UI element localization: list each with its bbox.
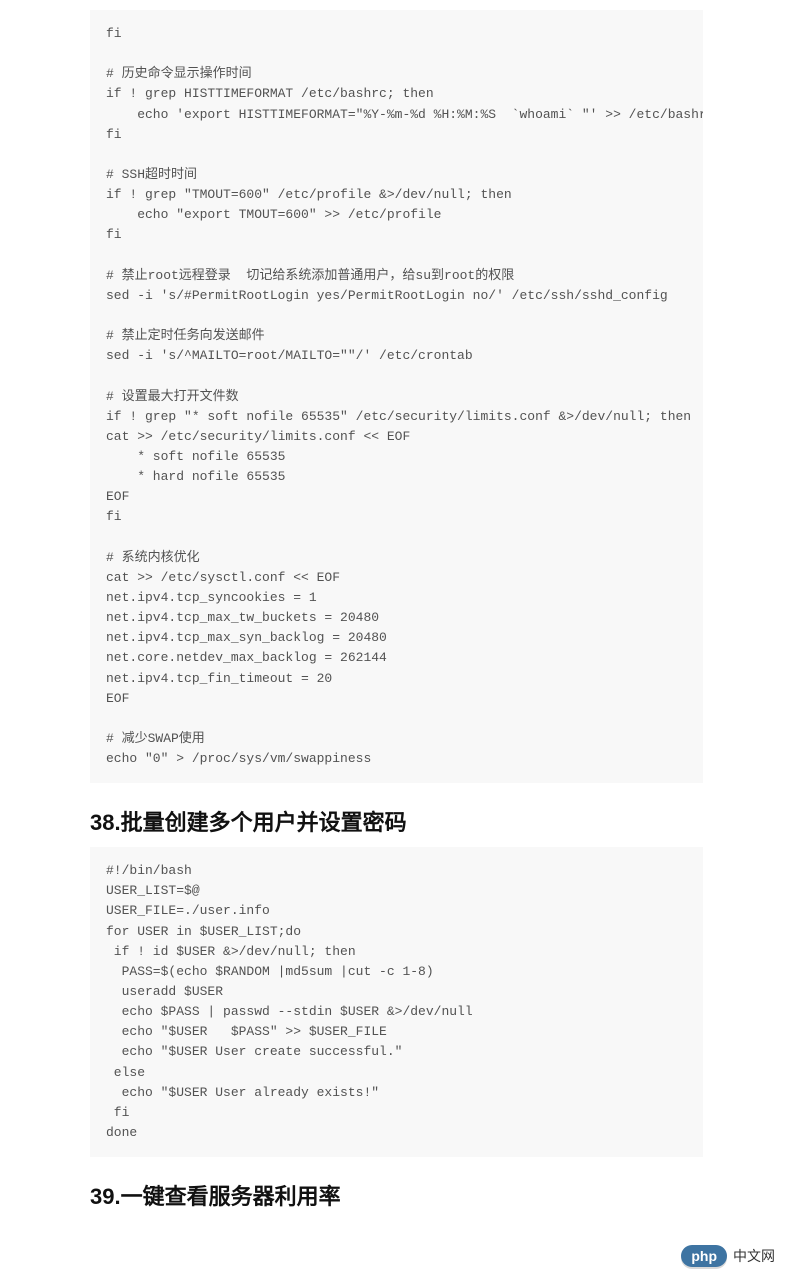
heading-section-38: 38.批量创建多个用户并设置密码 bbox=[90, 805, 703, 837]
page: fi # 历史命令显示操作时间 if ! grep HISTTIMEFORMAT… bbox=[0, 10, 793, 1277]
heading-section-39: 39.一键查看服务器利用率 bbox=[90, 1179, 703, 1211]
footer-label: 中文网 bbox=[733, 1246, 775, 1266]
php-logo-pill: php bbox=[681, 1245, 727, 1267]
code-block-2: #!/bin/bash USER_LIST=$@ USER_FILE=./use… bbox=[90, 847, 703, 1157]
code-block-1: fi # 历史命令显示操作时间 if ! grep HISTTIMEFORMAT… bbox=[90, 10, 703, 783]
footer-badge: php 中文网 bbox=[681, 1245, 775, 1267]
